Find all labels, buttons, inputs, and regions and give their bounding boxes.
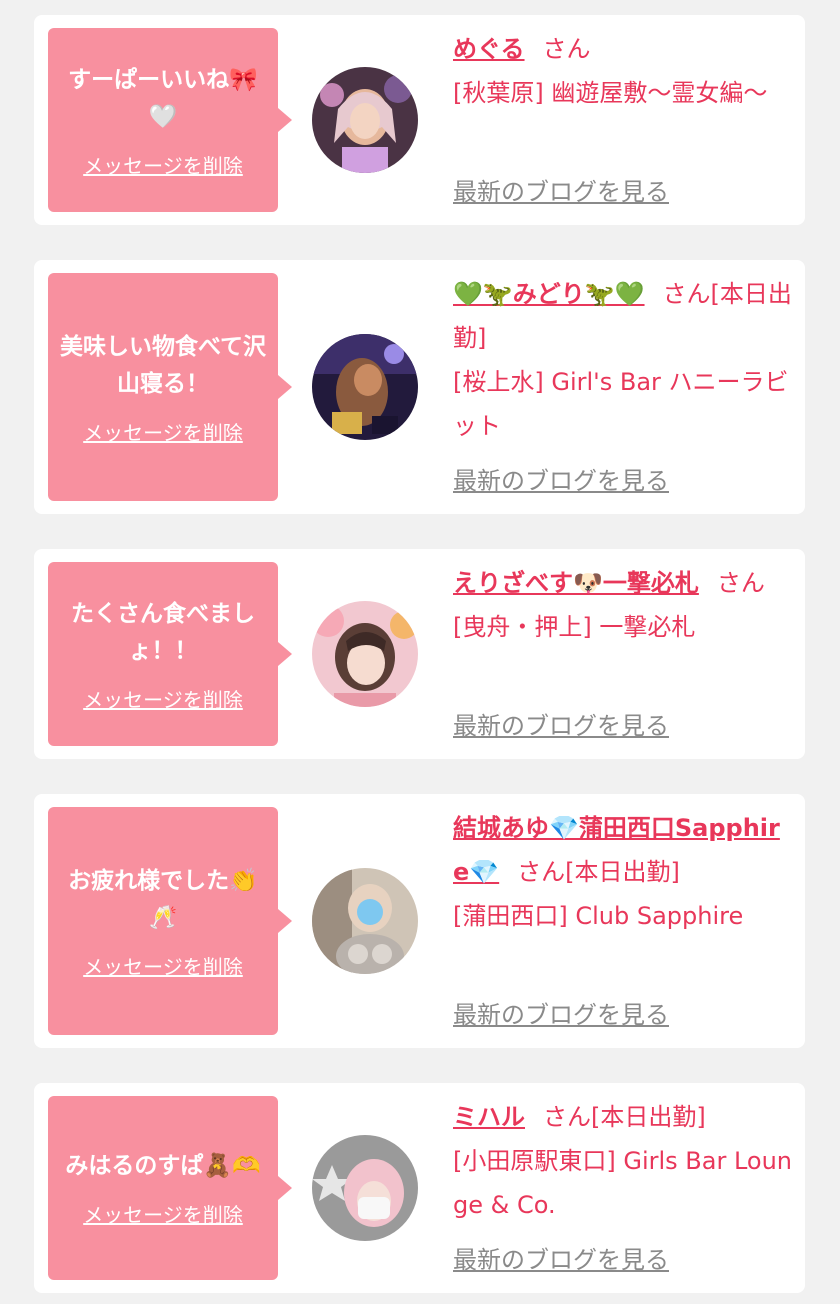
message-bubble: すーぱーいいね🎀🤍 メッセージを削除 xyxy=(48,28,292,212)
latest-blog-link[interactable]: 最新のブログを見る xyxy=(453,999,669,1031)
delete-message-link[interactable]: メッセージを削除 xyxy=(83,684,243,713)
message-bubble: みはるのすぱ🧸🫶 メッセージを削除 xyxy=(48,1096,292,1280)
profile-info: めぐる さん [秋葉原] 幽遊屋敷〜霊女編〜 xyxy=(453,27,793,115)
message-bubble: 美味しい物食べて沢山寝る！ メッセージを削除 xyxy=(48,273,292,501)
name-line: めぐる さん xyxy=(453,27,793,71)
delete-message-link[interactable]: メッセージを削除 xyxy=(83,150,243,179)
avatar[interactable] xyxy=(312,334,418,440)
avatar[interactable] xyxy=(312,601,418,707)
message-text: すーぱーいいね🎀🤍 xyxy=(68,66,258,130)
latest-blog-link[interactable]: 最新のブログを見る xyxy=(453,465,669,497)
shop-info: [蒲田西口] Club Sapphire xyxy=(453,902,744,930)
delete-message-link[interactable]: メッセージを削除 xyxy=(83,1199,243,1228)
avatar[interactable] xyxy=(312,1135,418,1241)
name-line: 💚🦖みどり🦖💚 さん[本日出勤] xyxy=(453,272,793,360)
profile-info: えりざべす🐶一撃必札 さん [曳舟・押上] 一撃必札 xyxy=(453,561,793,649)
profile-info: 💚🦖みどり🦖💚 さん[本日出勤] [桜上水] Girl's Bar ハニーラビット xyxy=(453,272,793,448)
honorific: さん[本日出勤] xyxy=(517,858,680,886)
message-bubble: お疲れ様でした👏🥂 メッセージを削除 xyxy=(48,807,292,1035)
message-bubble: たくさん食べましょ！！ メッセージを削除 xyxy=(48,562,292,746)
profile-info: ミハル さん[本日出勤] [小田原駅東口] Girls Bar Lounge & … xyxy=(453,1095,793,1227)
shop-info: [小田原駅東口] Girls Bar Lounge & Co. xyxy=(453,1147,793,1219)
honorific: さん xyxy=(716,569,765,597)
shop-info: [秋葉原] 幽遊屋敷〜霊女編〜 xyxy=(453,79,768,107)
message-card: みはるのすぱ🧸🫶 メッセージを削除 ミハル さん[本日出勤] [小田原駅東口] G… xyxy=(34,1083,805,1293)
delete-message-link[interactable]: メッセージを削除 xyxy=(83,951,243,980)
shop-info: [曳舟・押上] 一撃必札 xyxy=(453,613,696,641)
latest-blog-link[interactable]: 最新のブログを見る xyxy=(453,176,669,208)
profile-name-link[interactable]: めぐる xyxy=(453,35,525,63)
name-line: ミハル さん[本日出勤] xyxy=(453,1095,793,1139)
shop-info: [桜上水] Girl's Bar ハニーラビット xyxy=(453,368,789,440)
name-line: 結城あゆ💎蒲田西口Sapphire💎 さん[本日出勤] xyxy=(453,806,793,894)
name-line: えりざべす🐶一撃必札 さん xyxy=(453,561,793,605)
latest-blog-link[interactable]: 最新のブログを見る xyxy=(453,710,669,742)
avatar[interactable] xyxy=(312,868,418,974)
message-card: すーぱーいいね🎀🤍 メッセージを削除 めぐる さん [秋葉原] 幽遊屋敷〜霊女編〜… xyxy=(34,15,805,225)
message-card: 美味しい物食べて沢山寝る！ メッセージを削除 💚🦖みどり🦖💚 さん[本日出勤] [… xyxy=(34,260,805,514)
message-text: たくさん食べましょ！！ xyxy=(71,600,255,664)
profile-info: 結城あゆ💎蒲田西口Sapphire💎 さん[本日出勤] [蒲田西口] Club S… xyxy=(453,806,793,938)
message-text: 美味しい物食べて沢山寝る！ xyxy=(59,333,267,397)
message-text: みはるのすぱ🧸🫶 xyxy=(65,1153,261,1179)
message-card: たくさん食べましょ！！ メッセージを削除 えりざべす🐶一撃必札 さん [曳舟・押上… xyxy=(34,549,805,759)
honorific: さん xyxy=(542,35,591,63)
profile-name-link[interactable]: 💚🦖みどり🦖💚 xyxy=(453,280,645,308)
honorific: さん[本日出勤] xyxy=(543,1103,706,1131)
avatar[interactable] xyxy=(312,67,418,173)
delete-message-link[interactable]: メッセージを削除 xyxy=(83,417,243,446)
message-text: お疲れ様でした👏🥂 xyxy=(68,867,258,931)
profile-name-link[interactable]: ミハル xyxy=(453,1103,525,1131)
latest-blog-link[interactable]: 最新のブログを見る xyxy=(453,1244,669,1276)
message-card: お疲れ様でした👏🥂 メッセージを削除 結城あゆ💎蒲田西口Sapphire💎 さん[… xyxy=(34,794,805,1048)
profile-name-link[interactable]: えりざべす🐶一撃必札 xyxy=(453,569,699,597)
